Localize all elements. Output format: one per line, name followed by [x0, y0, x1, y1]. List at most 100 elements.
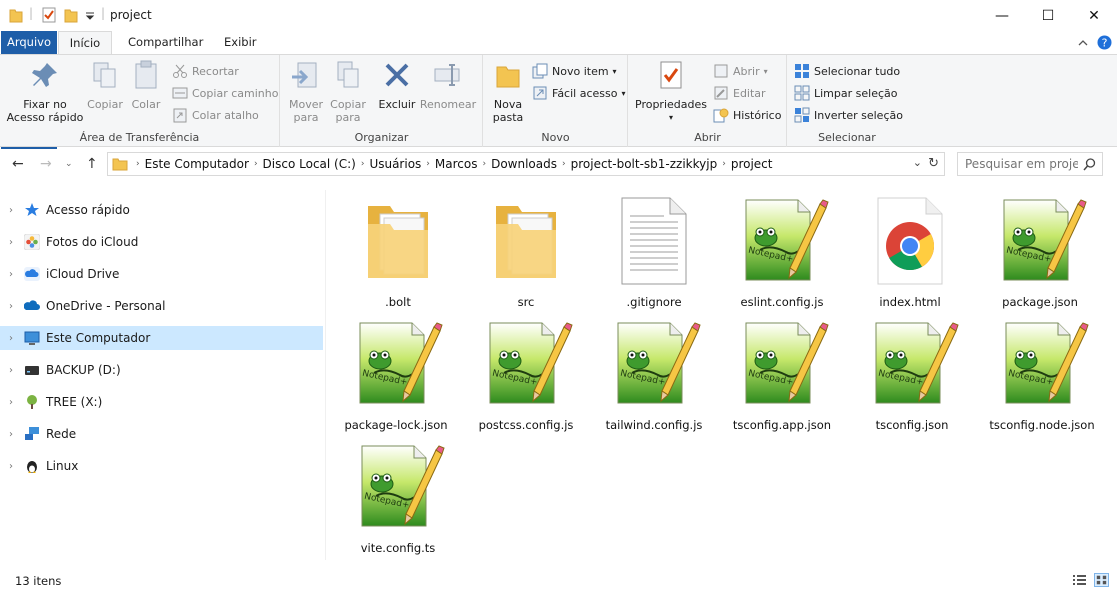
- file-item[interactable]: package-lock.json: [333, 315, 459, 433]
- search-icon[interactable]: [1083, 158, 1096, 171]
- tab-exibir[interactable]: Exibir: [216, 31, 265, 54]
- collapse-ribbon-icon[interactable]: [1077, 37, 1089, 47]
- crumb-este-computador[interactable]: Este Computador: [145, 157, 249, 171]
- file-item[interactable]: tailwind.config.js: [591, 315, 717, 433]
- up-arrow-icon[interactable]: ↑: [86, 156, 98, 172]
- group-clipboard: Fixar no Acesso rápido Copiar Colar Reco…: [0, 55, 280, 147]
- rename-button[interactable]: Renomear: [419, 59, 477, 111]
- minimize-button[interactable]: —: [979, 0, 1025, 31]
- crumb-project-bolt[interactable]: project-bolt-sb1-zzikkyjp: [571, 157, 718, 171]
- file-item[interactable]: tsconfig.json: [849, 315, 975, 433]
- file-item[interactable]: src: [463, 192, 589, 310]
- properties-button[interactable]: Propriedades ▾: [635, 59, 707, 124]
- chevron-right-icon[interactable]: ›: [0, 301, 22, 312]
- file-item[interactable]: postcss.config.js: [463, 315, 589, 433]
- sidebar-item-linux[interactable]: › Linux: [0, 454, 323, 478]
- chevron-right-icon[interactable]: ›: [0, 205, 22, 216]
- crumb-usuarios[interactable]: Usuários: [369, 157, 421, 171]
- star-icon: [25, 203, 39, 216]
- easy-access-button[interactable]: Fácil acesso ▾: [532, 83, 625, 103]
- file-item[interactable]: .bolt: [335, 192, 461, 310]
- status-bar: 13 itens: [0, 566, 1117, 593]
- address-dropdown-icon[interactable]: ⌄: [913, 156, 922, 169]
- copy-button[interactable]: Copiar: [86, 59, 124, 111]
- close-button[interactable]: ✕: [1071, 0, 1117, 31]
- file-item[interactable]: tsconfig.app.json: [719, 315, 845, 433]
- forward-arrow-icon[interactable]: →: [40, 156, 52, 172]
- sidebar-item-tree[interactable]: › TREE (X:): [0, 390, 323, 414]
- sidebar-item-label: Acesso rápido: [46, 203, 130, 217]
- new-folder-button[interactable]: Nova pasta: [488, 59, 528, 124]
- sidebar-item-label: OneDrive - Personal: [46, 299, 166, 313]
- open-group-label: Abrir: [694, 131, 721, 144]
- crumb-disco-local[interactable]: Disco Local (C:): [263, 157, 356, 171]
- search-input[interactable]: [958, 153, 1078, 175]
- search-box[interactable]: [957, 152, 1103, 176]
- file-name: package.json: [1002, 295, 1078, 309]
- file-item[interactable]: package.json: [977, 192, 1103, 310]
- paste-button[interactable]: Colar: [128, 59, 164, 111]
- sidebar-item-icloud-drive[interactable]: › iCloud Drive: [0, 262, 323, 286]
- scissors-icon: [173, 64, 187, 78]
- open-button[interactable]: Abrir ▾: [713, 61, 768, 81]
- address-bar[interactable]: › Este Computador › Disco Local (C:) › U…: [107, 152, 945, 176]
- delete-label: Excluir: [378, 98, 416, 111]
- refresh-icon[interactable]: ↻: [928, 156, 939, 171]
- chevron-right-icon[interactable]: ›: [0, 461, 22, 472]
- new-item-button[interactable]: Novo item ▾: [532, 61, 617, 81]
- file-item[interactable]: index.html: [847, 192, 973, 310]
- new-folder-icon[interactable]: [64, 7, 78, 23]
- copy-to-button[interactable]: Copiar para: [329, 59, 367, 124]
- cut-button[interactable]: Recortar: [172, 61, 239, 81]
- maximize-button[interactable]: ☐: [1025, 0, 1071, 31]
- sidebar-item-backup[interactable]: › BACKUP (D:): [0, 358, 323, 382]
- invert-selection-button[interactable]: Inverter seleção: [794, 105, 903, 125]
- chevron-right-icon[interactable]: ›: [0, 429, 22, 440]
- tab-inicio[interactable]: Início: [58, 31, 112, 55]
- select-all-button[interactable]: Selecionar tudo: [794, 61, 900, 81]
- open-label: Abrir: [733, 64, 760, 78]
- crumb-marcos[interactable]: Marcos: [435, 157, 478, 171]
- folder-icon[interactable]: [9, 7, 23, 23]
- delete-button[interactable]: Excluir: [377, 59, 417, 111]
- paste-shortcut-button[interactable]: Colar atalho: [172, 105, 259, 125]
- chevron-right-icon[interactable]: ›: [0, 269, 22, 280]
- move-to-button[interactable]: Mover para: [287, 59, 325, 124]
- file-item[interactable]: eslint.config.js: [719, 192, 845, 310]
- recent-locations-chevron-icon[interactable]: ⌄: [65, 159, 73, 169]
- sidebar-item-fotos-icloud[interactable]: › Fotos do iCloud: [0, 230, 323, 254]
- crumb-project[interactable]: project: [731, 157, 773, 171]
- help-icon[interactable]: ?: [1097, 35, 1112, 50]
- crumb-downloads[interactable]: Downloads: [491, 157, 557, 171]
- sidebar-item-onedrive[interactable]: › OneDrive - Personal: [0, 294, 323, 318]
- qat-dropdown-icon[interactable]: [85, 11, 95, 21]
- sidebar-item-este-computador[interactable]: › Este Computador: [0, 326, 323, 350]
- back-arrow-icon[interactable]: ←: [12, 156, 24, 172]
- crumb-separator: ›: [562, 159, 566, 169]
- details-view-icon[interactable]: [1072, 573, 1087, 587]
- clear-selection-button[interactable]: Limpar seleção: [794, 83, 897, 103]
- pin-quick-access-button[interactable]: Fixar no Acesso rápido: [6, 59, 84, 124]
- sidebar-item-acesso-rapido[interactable]: › Acesso rápido: [0, 198, 323, 222]
- select-group-label: Selecionar: [818, 131, 876, 144]
- chevron-right-icon[interactable]: ›: [0, 365, 22, 376]
- chevron-right-icon[interactable]: ›: [0, 397, 22, 408]
- qat-separator: |: [29, 6, 34, 20]
- paste-icon: [135, 60, 157, 89]
- chevron-right-icon[interactable]: ›: [0, 333, 22, 344]
- edit-button[interactable]: Editar: [713, 83, 766, 103]
- sidebar-item-label: Linux: [46, 459, 79, 473]
- copy-path-icon: [172, 87, 188, 99]
- file-item[interactable]: vite.config.ts: [335, 438, 461, 556]
- tab-compartilhar[interactable]: Compartilhar: [120, 31, 211, 54]
- easy-access-label: Fácil acesso: [552, 86, 618, 100]
- chevron-right-icon[interactable]: ›: [0, 237, 22, 248]
- file-item[interactable]: tsconfig.node.json: [979, 315, 1105, 433]
- sidebar-item-rede[interactable]: › Rede: [0, 422, 323, 446]
- group-new: Nova pasta Novo item ▾ Fácil acesso ▾ No…: [484, 55, 628, 147]
- file-item[interactable]: .gitignore: [591, 192, 717, 310]
- large-icons-view-icon[interactable]: [1094, 573, 1109, 587]
- copy-path-button[interactable]: Copiar caminho: [172, 83, 278, 103]
- properties-check-icon[interactable]: [41, 7, 57, 23]
- history-button[interactable]: Histórico: [713, 105, 781, 125]
